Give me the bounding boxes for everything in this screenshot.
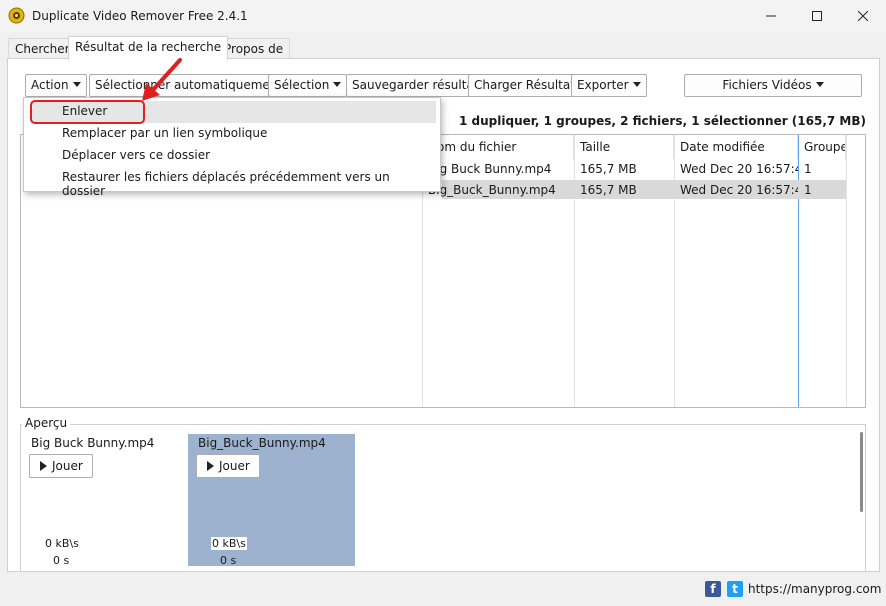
selection-label: Sélection bbox=[274, 78, 330, 92]
facebook-icon[interactable]: f bbox=[705, 581, 721, 597]
action-label: Action bbox=[31, 78, 69, 92]
website-link[interactable]: https://manyprog.com bbox=[748, 582, 881, 596]
table-cell-group[interactable]: 1 bbox=[798, 180, 846, 200]
play-label: Jouer bbox=[52, 459, 83, 473]
table-cell-date[interactable]: Wed Dec 20 16:57:4... bbox=[674, 180, 798, 200]
export-label: Exporter bbox=[577, 78, 629, 92]
column-header-name[interactable]: Nom du fichier bbox=[422, 135, 574, 159]
preview-time: 0 s bbox=[220, 554, 237, 564]
chevron-down-icon bbox=[72, 82, 81, 87]
app-logo-icon bbox=[8, 7, 25, 24]
table-cell-size[interactable]: 165,7 MB bbox=[574, 159, 674, 179]
column-header-group[interactable]: Groupe bbox=[798, 135, 846, 159]
preview-scrollbar[interactable] bbox=[860, 432, 863, 512]
play-icon bbox=[40, 461, 47, 471]
table-cell-date[interactable]: Wed Dec 20 16:57:4... bbox=[674, 159, 798, 179]
play-button[interactable]: Jouer bbox=[29, 454, 93, 478]
action-dropdown-button[interactable]: Action bbox=[25, 74, 87, 97]
export-dropdown-button[interactable]: Exporter bbox=[571, 74, 647, 97]
column-header-size[interactable]: Taille bbox=[574, 135, 674, 159]
play-label: Jouer bbox=[219, 459, 250, 473]
preview-time: 0 s bbox=[53, 554, 70, 564]
save-result-button[interactable]: Sauvegarder résultat bbox=[346, 74, 485, 97]
menu-item-restore[interactable]: Restaurer les fichiers déplacés précédem… bbox=[32, 167, 436, 198]
table-cell-name[interactable]: Big Buck Bunny.mp4 bbox=[422, 159, 574, 179]
maximize-icon bbox=[812, 11, 822, 21]
play-icon bbox=[207, 461, 214, 471]
file-type-dropdown[interactable]: Fichiers Vidéos bbox=[684, 74, 862, 97]
preview-card-selected[interactable]: Big_Buck_Bunny.mp4 Jouer 0 kB\s 0 s bbox=[188, 434, 355, 566]
file-type-label: Fichiers Vidéos bbox=[722, 78, 812, 92]
chevron-down-icon bbox=[815, 82, 824, 87]
preview-file-name: Big Buck Bunny.mp4 bbox=[31, 436, 155, 450]
twitter-icon[interactable]: t bbox=[727, 581, 743, 597]
selection-dropdown-button[interactable]: Sélection bbox=[268, 74, 348, 97]
window-title: Duplicate Video Remover Free 2.4.1 bbox=[32, 9, 248, 23]
load-result-button[interactable]: Charger Résultat bbox=[468, 74, 581, 97]
column-divider bbox=[846, 135, 847, 407]
preview-card[interactable]: Big Buck Bunny.mp4 Jouer 0 kB\s 0 s bbox=[21, 434, 188, 566]
table-cell-size[interactable]: 165,7 MB bbox=[574, 180, 674, 200]
results-summary: 1 dupliquer, 1 groupes, 2 fichiers, 1 sé… bbox=[459, 114, 866, 128]
annotation-arrow-icon bbox=[142, 58, 182, 101]
preview-speed: 0 kB\s bbox=[211, 537, 247, 550]
tab-search[interactable]: Chercher bbox=[8, 38, 77, 59]
menu-item-symlink[interactable]: Remplacer par un lien symbolique bbox=[32, 123, 436, 145]
maximize-button[interactable] bbox=[794, 0, 840, 32]
close-button[interactable] bbox=[840, 0, 886, 32]
preview-file-name: Big_Buck_Bunny.mp4 bbox=[198, 436, 326, 450]
chevron-down-icon bbox=[333, 82, 342, 87]
play-button[interactable]: Jouer bbox=[196, 454, 260, 478]
preview-label: Aperçu bbox=[22, 416, 71, 430]
annotation-highlight-box bbox=[30, 100, 145, 124]
column-header-date[interactable]: Date modifiée bbox=[674, 135, 798, 159]
minimize-button[interactable] bbox=[748, 0, 794, 32]
minimize-icon bbox=[766, 15, 776, 17]
chevron-down-icon bbox=[632, 82, 641, 87]
table-cell-name[interactable]: Big_Buck_Bunny.mp4 bbox=[422, 180, 574, 200]
close-icon bbox=[858, 11, 868, 21]
table-cell-group[interactable]: 1 bbox=[798, 159, 846, 179]
menu-item-move[interactable]: Déplacer vers ce dossier bbox=[32, 145, 436, 167]
title-bar: Duplicate Video Remover Free 2.4.1 bbox=[0, 0, 886, 32]
preview-speed: 0 kB\s bbox=[45, 537, 79, 550]
